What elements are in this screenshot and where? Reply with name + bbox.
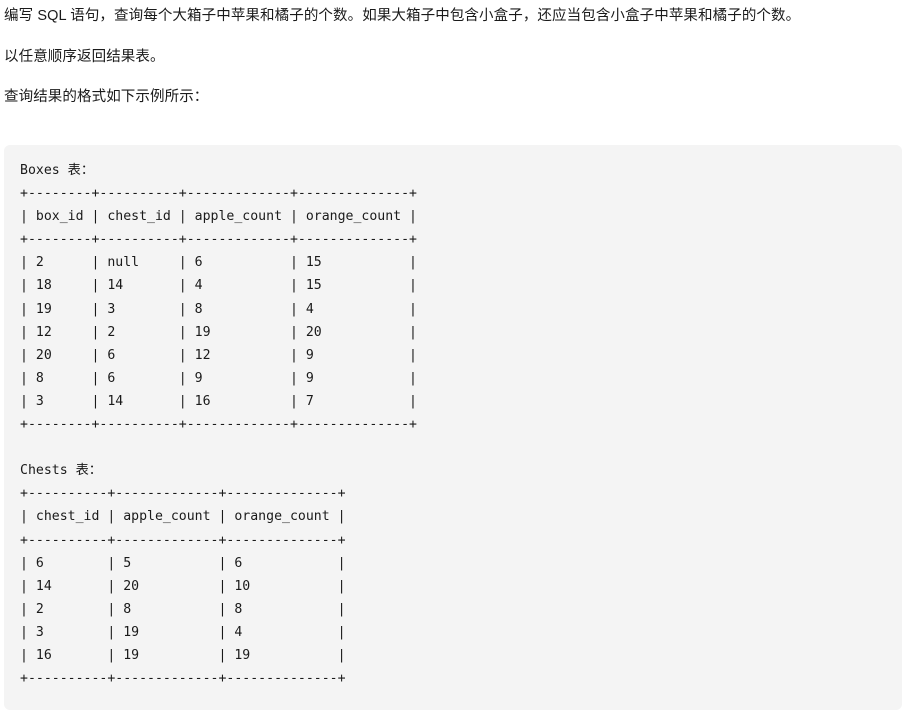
page-root: 编写 SQL 语句，查询每个大箱子中苹果和橘子的个数。如果大箱子中包含小盒子，还… bbox=[0, 0, 907, 710]
ascii-tables: Boxes 表： +--------+----------+----------… bbox=[20, 163, 417, 687]
example-code-block: Boxes 表： +--------+----------+----------… bbox=[4, 145, 902, 710]
paragraph-2: 以任意顺序返回结果表。 bbox=[4, 49, 165, 65]
paragraph-1: 编写 SQL 语句，查询每个大箱子中苹果和橘子的个数。如果大箱子中包含小盒子，还… bbox=[4, 8, 801, 24]
paragraph-3: 查询结果的格式如下示例所示： bbox=[4, 89, 209, 105]
problem-statement: 编写 SQL 语句，查询每个大箱子中苹果和橘子的个数。如果大箱子中包含小盒子，还… bbox=[0, 0, 907, 107]
